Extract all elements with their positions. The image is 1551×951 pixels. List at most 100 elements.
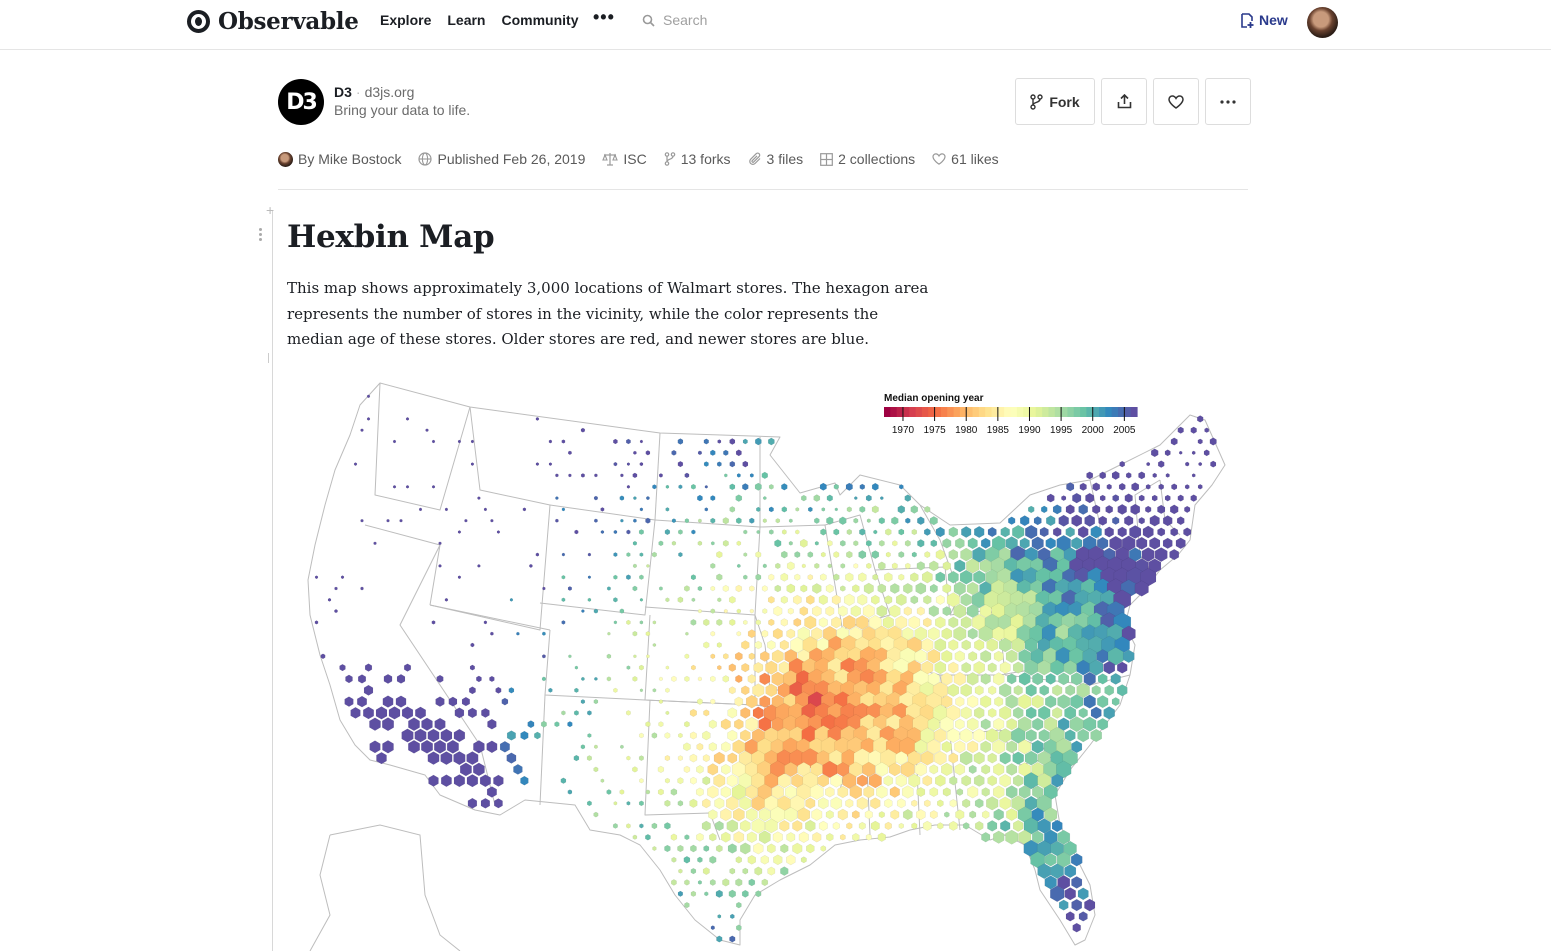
hexbin-cell [555, 496, 559, 501]
hexbin-cell [794, 573, 801, 581]
hexbin-cell [425, 428, 429, 433]
hexbin-cell [632, 585, 638, 592]
hexbin-cell [999, 751, 1011, 765]
owner-name[interactable]: D3 [334, 84, 352, 100]
hexbin-cell [1191, 473, 1196, 478]
hexbin-cell [981, 764, 991, 775]
hexbin-cell [839, 539, 846, 547]
hexbin-cell [929, 810, 938, 820]
nav-community[interactable]: Community [501, 12, 578, 28]
hexbin-cell [703, 461, 709, 467]
nav-learn[interactable]: Learn [447, 12, 485, 28]
hexbin-cell [652, 484, 657, 490]
hexbin-cell [1097, 695, 1109, 709]
hexbin-cell [1072, 492, 1082, 504]
hexbin-cell [541, 631, 546, 636]
hexbin-cell [574, 687, 579, 693]
hexbin-cell [1110, 672, 1121, 685]
hexbin-cell [1209, 437, 1217, 446]
hexbin-cell [974, 821, 984, 831]
observable-logo[interactable]: Observable [187, 8, 359, 35]
hexbin-cell [962, 822, 970, 830]
fork-icon [1030, 93, 1044, 110]
hexbin-cell [1061, 495, 1067, 502]
hexbin-cell [697, 540, 703, 546]
hexbin-cell [734, 718, 744, 730]
hexbin-cell [677, 800, 684, 807]
collections-link[interactable]: 2 collections [820, 151, 915, 167]
hexbin-cell [955, 696, 965, 707]
hexbin-cell [709, 878, 716, 886]
hexbin-cell [652, 620, 657, 625]
more-menu-button[interactable]: ••• [593, 7, 615, 28]
hexbin-cell [967, 695, 979, 709]
license-link[interactable]: ISC [602, 151, 647, 167]
hexbin-cell [873, 529, 878, 535]
hexbin-cell [735, 674, 743, 684]
hexbin-cell [703, 641, 710, 649]
search-input[interactable] [663, 12, 843, 28]
owner-site[interactable]: d3js.org [365, 84, 415, 100]
hexbin-cell [1025, 683, 1037, 697]
hexbin-cell [903, 583, 913, 594]
hexbin-cell [710, 541, 715, 546]
likes-link[interactable]: 61 likes [932, 151, 999, 167]
hexbin-cell [878, 811, 885, 819]
hexbin-cell [846, 822, 853, 830]
hexbin-cell [845, 572, 854, 582]
hexbin-cell [961, 775, 972, 787]
hexbin-cell [954, 537, 965, 549]
hexbin-cell [683, 855, 691, 864]
new-notebook-button[interactable]: New [1240, 12, 1288, 28]
hexbin-cell [638, 732, 644, 739]
hexbin-cell [339, 663, 346, 672]
hexbin-cell [1031, 739, 1044, 754]
forks-link[interactable]: 13 forks [664, 151, 731, 167]
hexbin-cell [702, 754, 710, 763]
hexbin-cell [877, 832, 886, 842]
hexbin-cell [713, 751, 725, 765]
hexbin-cell [721, 741, 731, 753]
hexbin-cell [632, 518, 637, 523]
hexbin-cell [765, 683, 778, 698]
hexbin-cell [632, 834, 638, 840]
files-link[interactable]: 3 files [748, 151, 803, 167]
legend-swatch [1092, 407, 1100, 417]
user-avatar[interactable] [1307, 7, 1338, 38]
hexbin-cell [454, 707, 465, 719]
search-box[interactable] [642, 12, 843, 28]
hexbin-cell [633, 450, 637, 455]
hexbin-cell [1104, 684, 1115, 696]
hexbin-cell [1178, 450, 1183, 455]
hexbin-cell [594, 676, 598, 681]
hexbin-cell [1018, 672, 1031, 686]
fork-button[interactable]: Fork [1015, 78, 1095, 125]
nav-explore[interactable]: Explore [380, 12, 431, 28]
hexbin-cell [781, 483, 788, 491]
like-button[interactable] [1153, 78, 1199, 125]
hexbin-cell [664, 844, 671, 853]
hexbin-cell [814, 540, 819, 546]
author-link[interactable]: By Mike Bostock [278, 151, 401, 167]
share-button[interactable] [1101, 78, 1147, 125]
hexbin-cell [710, 630, 716, 637]
legend-tick-label: 2000 [1082, 425, 1105, 436]
legend-swatch [1124, 407, 1132, 417]
hexbin-cell [1071, 876, 1083, 889]
hexbin-cell [837, 785, 849, 799]
hexbin-cell [714, 820, 724, 832]
hexbin-cell [625, 574, 631, 581]
hexbin-cell [710, 585, 716, 592]
more-actions-button[interactable] [1205, 78, 1251, 125]
hexbin-cell [800, 584, 808, 593]
hexbin-cell [732, 807, 745, 822]
hexbin-cell [626, 552, 631, 558]
owner-logo[interactable]: D3 [278, 79, 324, 125]
add-cell-button[interactable]: + [266, 202, 274, 218]
hexbin-cell [619, 744, 624, 749]
hexbin-cell [715, 844, 723, 853]
hexbin-cell [747, 674, 756, 684]
hexbin-cell [817, 797, 829, 810]
hexbin-cell [466, 774, 479, 788]
cell-menu-handle[interactable] [259, 226, 262, 243]
